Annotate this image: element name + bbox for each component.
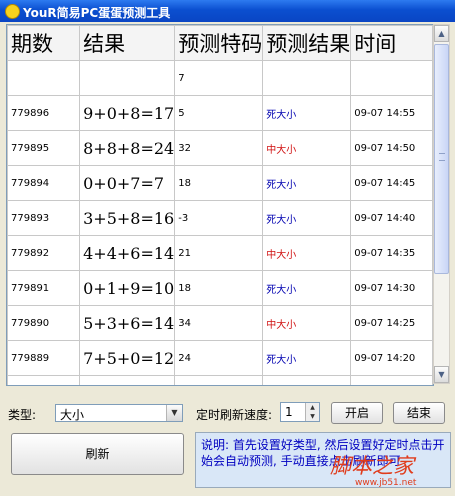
table-row[interactable]: 7: [7, 60, 433, 96]
table-row[interactable]: 779889 7+5+0=12 24 死大小 09-07 14:20: [7, 340, 433, 376]
table-row[interactable]: [7, 375, 433, 385]
cell-time: [350, 60, 433, 96]
cell-period: 779889: [7, 340, 81, 376]
scroll-thumb[interactable]: [434, 44, 449, 274]
cell-time: [350, 375, 433, 385]
refresh-speed-value: 1: [285, 405, 293, 419]
chevron-down-icon[interactable]: ▼: [166, 405, 182, 421]
cell-period: 779892: [7, 235, 81, 271]
cell-result: 0+0+7=7: [79, 165, 176, 201]
col-header-period[interactable]: 期数: [7, 25, 81, 61]
cell-period: 779895: [7, 130, 81, 166]
title-bar: YouR简易PC蛋蛋预测工具: [0, 0, 455, 22]
start-button[interactable]: 开启: [331, 402, 383, 424]
cell-prediction: [262, 60, 352, 96]
cell-code: 7: [174, 60, 264, 96]
cell-period: [7, 375, 81, 385]
cell-period: 779896: [7, 95, 81, 131]
cell-prediction: 中大小: [262, 235, 352, 271]
cell-time: 09-07 14:35: [350, 235, 433, 271]
cell-result: 4+4+6=14: [79, 235, 176, 271]
table-row[interactable]: 779892 4+4+6=14 21 中大小 09-07 14:35: [7, 235, 433, 271]
cell-code: 18: [174, 165, 264, 201]
col-header-prediction[interactable]: 预测结果: [262, 25, 352, 61]
cell-prediction: 死大小: [262, 165, 352, 201]
table-row[interactable]: 779896 9+0+8=17 5 死大小 09-07 14:55: [7, 95, 433, 131]
results-table: 期数 结果 预测特码 预测结果 时间 7 779896 9+0+8=17 5 死大小 09…: [7, 25, 433, 385]
cell-period: 779890: [7, 305, 81, 341]
cell-time: 09-07 14:20: [350, 340, 433, 376]
cell-prediction: 中大小: [262, 305, 352, 341]
app-egg-icon: [5, 4, 20, 19]
col-header-code[interactable]: 预测特码: [174, 25, 264, 61]
cell-result: 3+5+8=16: [79, 200, 176, 236]
table-row[interactable]: 779893 3+5+8=16 -3 死大小 09-07 14:40: [7, 200, 433, 236]
cell-prediction: 死大小: [262, 340, 352, 376]
watermark-url: www.jb51.net: [355, 478, 417, 488]
stop-button[interactable]: 结束: [393, 402, 445, 424]
cell-time: 09-07 14:50: [350, 130, 433, 166]
cell-code: 32: [174, 130, 264, 166]
cell-result: 8+8+8=24: [79, 130, 176, 166]
cell-prediction: 死大小: [262, 270, 352, 306]
col-header-result[interactable]: 结果: [79, 25, 176, 61]
refresh-speed-stepper[interactable]: 1 ▲ ▼: [280, 402, 320, 422]
cell-period: 779894: [7, 165, 81, 201]
cell-code: [174, 375, 264, 385]
cell-code: 21: [174, 235, 264, 271]
type-select-value: 大小: [60, 408, 85, 422]
col-header-time[interactable]: 时间: [350, 25, 433, 61]
cell-code: 5: [174, 95, 264, 131]
type-select[interactable]: 大小 ▼: [55, 404, 183, 422]
cell-prediction: [262, 375, 352, 385]
grid-vertical-scrollbar[interactable]: ▲ ▼: [433, 24, 450, 384]
table-row[interactable]: 779890 5+3+6=14 34 中大小 09-07 14:25: [7, 305, 433, 341]
refresh-speed-label: 定时刷新速度:: [196, 408, 273, 422]
cell-period: [7, 60, 81, 96]
header-row: 期数 结果 预测特码 预测结果 时间: [7, 25, 433, 61]
cell-result: 0+1+9=10: [79, 270, 176, 306]
scroll-down-arrow-icon[interactable]: ▼: [434, 366, 449, 383]
cell-code: -3: [174, 200, 264, 236]
watermark-logo: 脚本之家: [330, 454, 414, 478]
cell-time: 09-07 14:30: [350, 270, 433, 306]
cell-prediction: 中大小: [262, 130, 352, 166]
cell-result: 5+3+6=14: [79, 305, 176, 341]
refresh-button[interactable]: 刷新: [11, 433, 184, 475]
cell-result: [79, 375, 176, 385]
cell-prediction: 死大小: [262, 200, 352, 236]
table-row[interactable]: 779895 8+8+8=24 32 中大小 09-07 14:50: [7, 130, 433, 166]
table-row[interactable]: 779891 0+1+9=10 18 死大小 09-07 14:30: [7, 270, 433, 306]
results-grid[interactable]: 期数 结果 预测特码 预测结果 时间 7 779896 9+0+8=17 5 死大小 09…: [6, 24, 434, 386]
cell-time: 09-07 14:55: [350, 95, 433, 131]
cell-prediction: 死大小: [262, 95, 352, 131]
type-label: 类型:: [8, 408, 37, 422]
cell-code: 34: [174, 305, 264, 341]
cell-time: 09-07 14:25: [350, 305, 433, 341]
cell-result: 9+0+8=17: [79, 95, 176, 131]
scroll-up-arrow-icon[interactable]: ▲: [434, 25, 449, 42]
cell-code: 18: [174, 270, 264, 306]
cell-result: 7+5+0=12: [79, 340, 176, 376]
stepper-down-icon[interactable]: ▼: [305, 412, 319, 421]
table-row[interactable]: 779894 0+0+7=7 18 死大小 09-07 14:45: [7, 165, 433, 201]
cell-time: 09-07 14:45: [350, 165, 433, 201]
cell-time: 09-07 14:40: [350, 200, 433, 236]
cell-code: 24: [174, 340, 264, 376]
cell-result: [79, 60, 176, 96]
window-title: YouR简易PC蛋蛋预测工具: [23, 6, 171, 20]
cell-period: 779893: [7, 200, 81, 236]
cell-period: 779891: [7, 270, 81, 306]
